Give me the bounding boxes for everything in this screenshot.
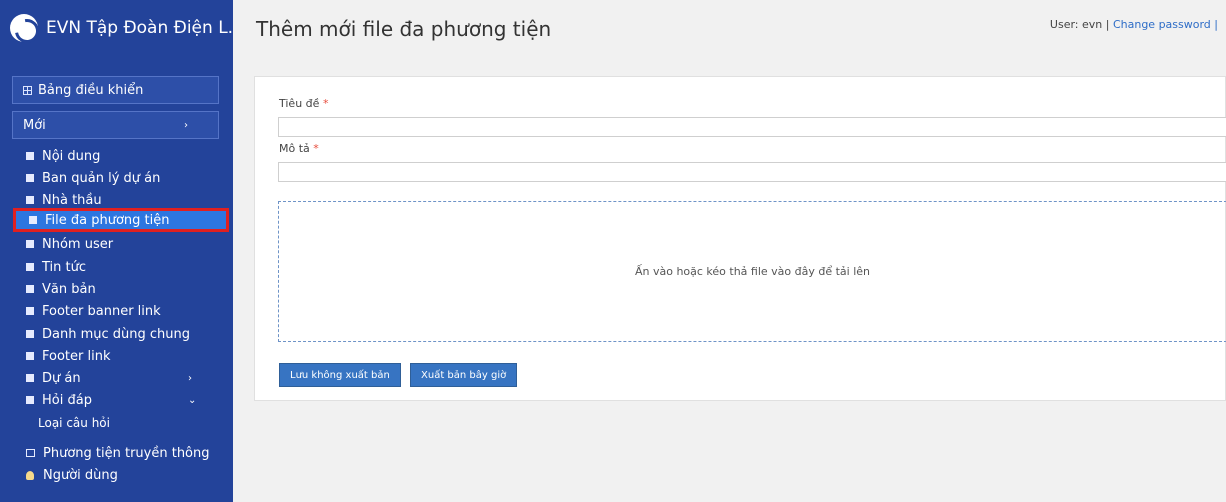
dropzone-text: Ấn vào hoặc kéo thả file vào đây để tải … <box>634 265 871 278</box>
sidebar-item-footer-link[interactable]: Footer link <box>26 346 111 366</box>
sidebar-item-user-groups-label: Nhóm user <box>42 236 114 252</box>
square-icon <box>26 174 34 182</box>
square-icon <box>26 330 34 338</box>
sidebar-item-shared-categories[interactable]: Danh mục dùng chung <box>26 324 190 344</box>
square-icon <box>26 240 34 248</box>
chevron-right-icon: › <box>184 119 188 131</box>
square-icon <box>26 263 34 271</box>
sidebar-item-projects[interactable]: Dự án › <box>26 368 192 388</box>
chevron-right-icon: › <box>188 372 192 384</box>
page-title: Thêm mới file đa phương tiện <box>256 17 552 41</box>
page-header: Thêm mới file đa phương tiện User: evn |… <box>233 0 1226 64</box>
description-input[interactable] <box>278 162 1226 182</box>
sidebar-item-media-label: Phương tiện truyền thông <box>43 445 210 461</box>
sidebar-item-media-files-label: File đa phương tiện <box>45 212 170 228</box>
sidebar-item-footer-link-label: Footer link <box>42 348 111 364</box>
title-input[interactable] <box>278 117 1226 137</box>
user-info: User: evn | Change password | <box>1050 18 1218 31</box>
sidebar-item-project-management-board[interactable]: Ban quản lý dự án <box>26 168 160 188</box>
square-icon <box>26 307 34 315</box>
sidebar-item-user-groups[interactable]: Nhóm user <box>26 234 113 254</box>
chevron-down-icon: ⌄ <box>188 394 197 406</box>
new-menu-item[interactable]: Mới › <box>12 111 219 139</box>
square-icon <box>29 216 37 224</box>
sidebar-item-shared-categories-label: Danh mục dùng chung <box>42 326 191 342</box>
square-icon <box>26 285 34 293</box>
evn-logo-icon <box>10 14 38 42</box>
sidebar-item-qna[interactable]: Hỏi đáp ⌄ <box>26 390 196 410</box>
sidebar-item-users[interactable]: Người dùng <box>26 465 118 485</box>
change-password-link[interactable]: Change password | <box>1113 18 1218 31</box>
sidebar-item-documents[interactable]: Văn bản <box>26 279 96 299</box>
save-without-publishing-button[interactable]: Lưu không xuất bản <box>279 363 401 387</box>
dashboard-icon <box>23 85 32 95</box>
sidebar-item-news-label: Tin tức <box>42 259 87 275</box>
file-upload-dropzone[interactable]: Ấn vào hoặc kéo thả file vào đây để tải … <box>278 201 1226 342</box>
square-icon <box>26 352 34 360</box>
sidebar-item-content[interactable]: Nội dung <box>26 146 100 166</box>
sidebar-item-users-label: Người dùng <box>43 467 118 483</box>
brand-title: EVN Tập Đoàn Điện L... <box>46 18 244 38</box>
dashboard-label: Bảng điều khiển <box>38 82 144 98</box>
description-label: Mô tả * <box>279 142 319 155</box>
dashboard-menu-item[interactable]: Bảng điều khiển <box>12 76 219 104</box>
square-icon <box>26 196 34 204</box>
media-form-card: Tiêu đề * Mô tả * Ấn vào hoặc kéo thả fi… <box>254 76 1226 401</box>
sidebar-item-project-management-board-label: Ban quản lý dự án <box>42 170 161 186</box>
sidebar-item-qna-label: Hỏi đáp <box>42 392 92 408</box>
image-icon <box>26 449 35 457</box>
title-label: Tiêu đề * <box>279 97 329 110</box>
sidebar-item-contractor-label: Nhà thầu <box>42 192 102 208</box>
sidebar-item-content-label: Nội dung <box>42 148 101 164</box>
sidebar-item-media-files[interactable]: File đa phương tiện <box>13 208 229 232</box>
document-icon <box>26 152 34 160</box>
sidebar-item-media[interactable]: Phương tiện truyền thông <box>26 443 210 463</box>
sidebar-subitem-question-types[interactable]: Loại câu hỏi <box>38 416 110 430</box>
sidebar-item-contractor[interactable]: Nhà thầu <box>26 190 102 210</box>
sidebar-item-news[interactable]: Tin tức <box>26 257 86 277</box>
sidebar-item-projects-label: Dự án <box>42 370 81 386</box>
square-icon <box>26 374 34 382</box>
sidebar-item-footer-banner-link[interactable]: Footer banner link <box>26 301 161 321</box>
sidebar-item-documents-label: Văn bản <box>42 281 96 297</box>
sidebar: EVN Tập Đoàn Điện L... Bảng điều khiển M… <box>0 0 244 502</box>
publish-now-button[interactable]: Xuất bản bây giờ <box>410 363 518 387</box>
brand[interactable]: EVN Tập Đoàn Điện L... <box>10 8 244 48</box>
sidebar-item-footer-banner-link-label: Footer banner link <box>42 303 161 319</box>
user-icon <box>26 470 34 480</box>
new-menu-label: Mới <box>23 117 46 133</box>
user-label: User: evn | <box>1049 18 1110 31</box>
square-icon <box>26 396 34 404</box>
